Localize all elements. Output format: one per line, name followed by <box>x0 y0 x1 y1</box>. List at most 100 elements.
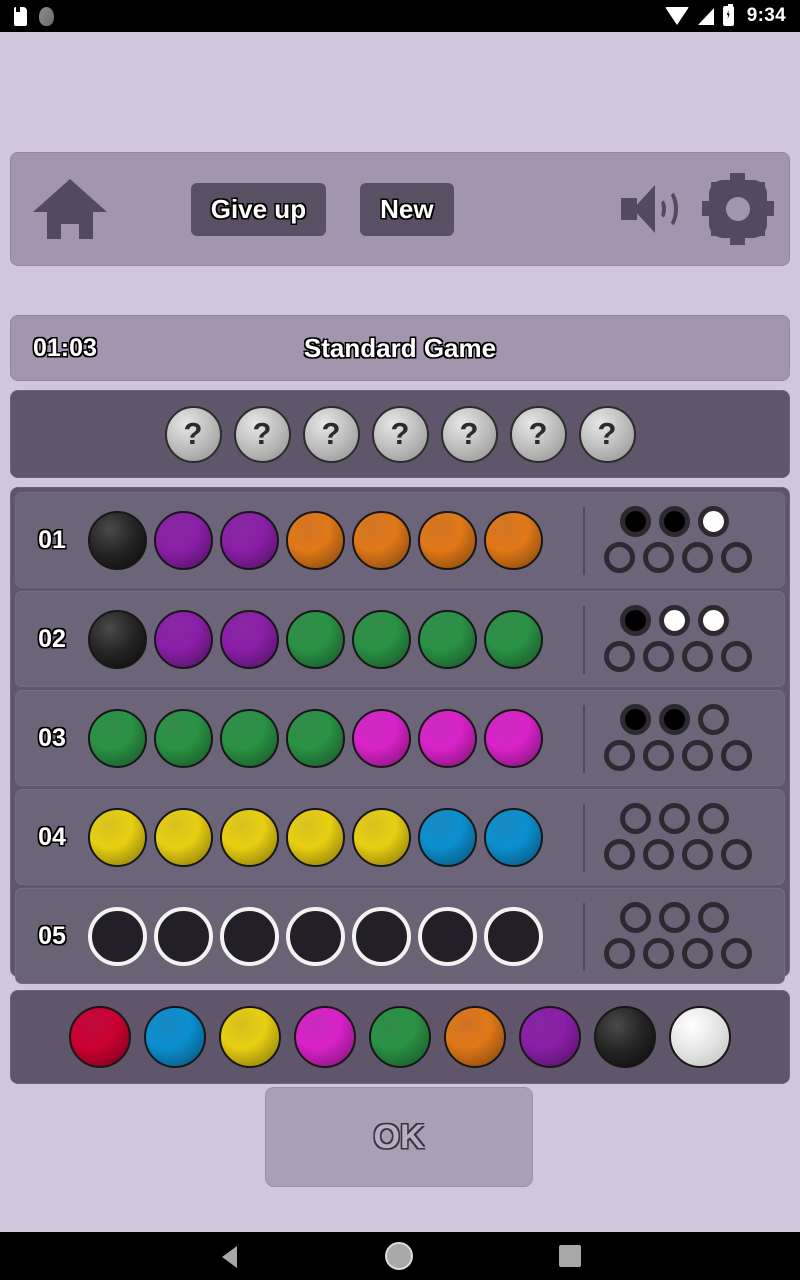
secret-peg-1: ? <box>164 405 222 463</box>
guess-peg[interactable] <box>88 906 147 966</box>
row-divider <box>583 903 585 971</box>
guess-peg <box>484 807 543 867</box>
palette-swatch-green[interactable] <box>369 1006 431 1068</box>
feedback-top-row <box>620 605 729 636</box>
secret-peg-3: ? <box>302 405 360 463</box>
guess-peg <box>286 609 345 669</box>
feedback-peg <box>682 641 713 672</box>
guess-peg <box>88 807 147 867</box>
android-nav-bar <box>0 1232 800 1280</box>
feedback-peg <box>682 542 713 573</box>
feedback-top-row <box>620 902 729 933</box>
android-status-bar: 9:34 <box>0 0 800 32</box>
game-screen: Give up New 01:03 Standard Game ? ? ? ? … <box>0 32 800 1232</box>
guess-peg <box>418 609 477 669</box>
home-icon[interactable] <box>33 179 107 239</box>
guess-peg <box>418 510 477 570</box>
guess-peg <box>418 807 477 867</box>
guess-peg <box>352 708 411 768</box>
guess-peg <box>286 708 345 768</box>
feedback-peg <box>620 704 651 735</box>
battery-icon <box>722 4 734 26</box>
feedback-peg <box>698 605 729 636</box>
feedback-peg <box>698 902 729 933</box>
gear-icon[interactable] <box>701 173 774 245</box>
guess-peg <box>88 609 147 669</box>
guess-peg <box>154 708 213 768</box>
feedback-pegs <box>604 506 754 578</box>
home-circle-icon[interactable] <box>385 1242 413 1270</box>
feedback-peg <box>698 506 729 537</box>
palette-swatch-white[interactable] <box>669 1006 731 1068</box>
guess-row[interactable]: 02 <box>15 591 785 687</box>
guess-peg[interactable] <box>286 906 345 966</box>
feedback-bottom-row <box>604 740 752 771</box>
guess-pegs <box>88 510 543 570</box>
feedback-peg <box>721 740 752 771</box>
guess-peg[interactable] <box>418 906 477 966</box>
guess-peg <box>484 609 543 669</box>
feedback-peg <box>604 938 635 969</box>
palette-swatch-blue[interactable] <box>144 1006 206 1068</box>
row-number-label: 03 <box>38 723 66 752</box>
feedback-bottom-row <box>604 839 752 870</box>
guess-peg <box>220 708 279 768</box>
feedback-pegs <box>604 803 754 875</box>
guess-peg <box>484 510 543 570</box>
palette-swatch-red[interactable] <box>69 1006 131 1068</box>
speaker-icon[interactable] <box>620 181 687 237</box>
feedback-peg <box>659 902 690 933</box>
guess-peg[interactable] <box>484 906 543 966</box>
ok-button[interactable]: OK <box>265 1087 533 1187</box>
guess-peg <box>220 609 279 669</box>
feedback-peg <box>604 839 635 870</box>
guess-peg <box>154 510 213 570</box>
palette-swatch-purple[interactable] <box>519 1006 581 1068</box>
give-up-button[interactable]: Give up <box>190 182 327 236</box>
feedback-pegs <box>604 902 754 974</box>
toolbar-right-icons <box>620 173 774 245</box>
guess-row[interactable]: 04 <box>15 789 785 885</box>
recents-square-icon[interactable] <box>559 1245 581 1267</box>
back-triangle-icon[interactable] <box>222 1246 237 1268</box>
guess-peg <box>220 510 279 570</box>
row-divider <box>583 507 585 575</box>
feedback-peg <box>721 542 752 573</box>
row-number-label: 02 <box>38 624 66 653</box>
guess-pegs <box>88 708 543 768</box>
row-number-label: 04 <box>38 822 66 851</box>
guess-row[interactable]: 03 <box>15 690 785 786</box>
secret-code-row: ??????? <box>10 390 790 478</box>
feedback-peg <box>620 605 651 636</box>
feedback-peg <box>682 740 713 771</box>
color-palette <box>10 990 790 1084</box>
game-status-line: 01:03 Standard Game <box>10 315 790 381</box>
guess-rows-board: 01 02 03 04 05 <box>10 487 790 984</box>
guess-peg[interactable] <box>352 906 411 966</box>
wifi-icon <box>664 7 689 25</box>
guess-peg <box>220 807 279 867</box>
guess-peg[interactable] <box>220 906 279 966</box>
feedback-peg <box>721 938 752 969</box>
row-divider <box>583 606 585 674</box>
guess-row[interactable]: 05 <box>15 888 785 984</box>
sdcard-icon <box>14 6 27 26</box>
guess-row[interactable]: 01 <box>15 492 785 588</box>
palette-swatch-magenta[interactable] <box>294 1006 356 1068</box>
palette-swatch-yellow[interactable] <box>219 1006 281 1068</box>
guess-peg[interactable] <box>154 906 213 966</box>
game-toolbar: Give up New <box>10 152 790 266</box>
feedback-peg <box>643 542 674 573</box>
palette-swatch-orange[interactable] <box>444 1006 506 1068</box>
feedback-pegs <box>604 605 754 677</box>
new-game-button[interactable]: New <box>360 182 454 236</box>
feedback-peg <box>659 803 690 834</box>
feedback-peg <box>620 902 651 933</box>
palette-swatch-black[interactable] <box>594 1006 656 1068</box>
row-divider <box>583 804 585 872</box>
feedback-peg <box>659 506 690 537</box>
secret-peg-2: ? <box>233 405 291 463</box>
feedback-peg <box>604 641 635 672</box>
guess-peg <box>352 807 411 867</box>
guess-pegs <box>88 609 543 669</box>
